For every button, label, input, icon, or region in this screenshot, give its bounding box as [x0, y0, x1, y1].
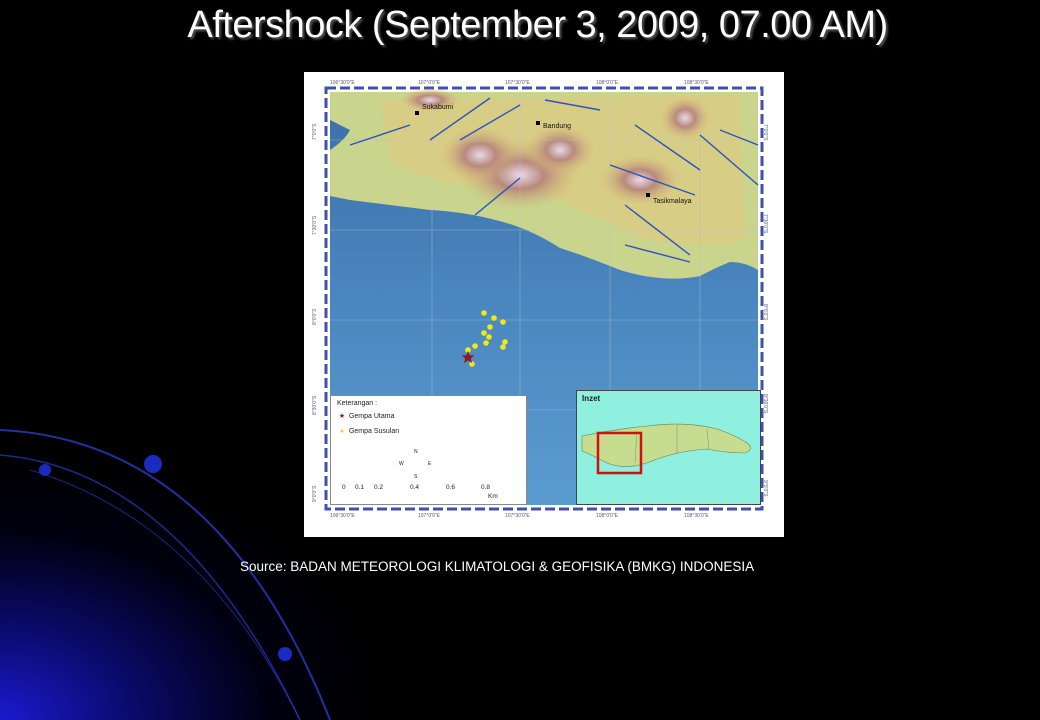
city-marker: Sukabumi	[415, 104, 453, 117]
city-label: Tasikmalaya	[653, 198, 692, 205]
aftershock-point	[469, 361, 475, 367]
lat-tick-right: 8°30'0"S	[762, 394, 768, 414]
lat-tick: 8°30'0"S	[312, 395, 318, 415]
compass-w: W	[399, 461, 404, 467]
aftershock-point	[487, 324, 493, 330]
legend-title: Keterangan :	[337, 400, 378, 407]
lon-tick: 107°30'0"E	[505, 80, 530, 86]
lon-tick-bottom: 107°0'0"E	[418, 513, 440, 519]
compass-e: E	[428, 461, 432, 467]
lon-tick-bottom: 106°30'0"E	[330, 513, 355, 519]
lat-tick-right: 9°0'0"S	[762, 480, 768, 497]
scale-value: 0.8	[481, 484, 491, 491]
aftershock-point	[481, 330, 487, 336]
city-marker: Tasikmalaya	[646, 192, 692, 205]
inset-map: Inzet	[576, 390, 761, 505]
scale-value: 0.1	[355, 484, 365, 491]
scale-value: 0.2	[374, 484, 384, 491]
lon-tick: 107°0'0"E	[418, 80, 440, 86]
inset-java-island	[581, 423, 751, 475]
lat-tick: 9°0'0"S	[312, 485, 318, 502]
aftershock-point	[500, 344, 506, 350]
aftershock-point	[486, 334, 492, 340]
lon-tick-bottom: 108°0'0"E	[596, 513, 618, 519]
legend-item-mainshock: ★ Gempa Utama	[337, 412, 395, 420]
city-marker: Bandung	[536, 120, 572, 130]
lon-tick: 106°30'0"E	[330, 80, 355, 86]
aftershock-point	[502, 339, 508, 345]
earthquake-map	[324, 86, 764, 511]
lon-tick-bottom: 108°30'0"E	[684, 513, 709, 519]
source-caption: Source: BADAN METEOROLOGI KLIMATOLOGI & …	[240, 559, 755, 574]
aftershock-point	[472, 343, 478, 349]
legend-item-aftershock: ● Gempa Susulan	[337, 428, 399, 435]
compass-s: S	[414, 474, 418, 480]
lat-tick-right: 8°0'0"S	[762, 304, 768, 321]
map-legend: Keterangan : ★ Gempa Utama ● Gempa Susul…	[330, 395, 527, 505]
scale-value: 0.6	[446, 484, 456, 491]
scale-unit: Km	[488, 493, 498, 500]
scale-value: 0	[342, 484, 346, 491]
city-label: Sukabumi	[422, 104, 454, 111]
lat-tick-right: 7°30'0"S	[762, 214, 768, 234]
dot-icon: ●	[339, 428, 345, 435]
scale-value: 0.4	[410, 484, 420, 491]
lon-tick: 108°0'0"E	[596, 80, 618, 86]
aftershock-point	[491, 315, 497, 321]
aftershock-point	[500, 319, 506, 325]
lon-tick: 108°30'0"E	[684, 80, 709, 86]
legend-label: Gempa Utama	[348, 413, 395, 420]
lat-tick: 7°30'0"S	[312, 215, 318, 235]
lat-tick-right: 7°0'0"S	[762, 124, 768, 141]
aftershock-point	[481, 310, 487, 316]
compass-n: N	[414, 449, 418, 455]
lat-tick: 8°0'0"S	[312, 308, 318, 325]
star-icon: ★	[338, 413, 346, 420]
city-label: Bandung	[543, 123, 572, 130]
lat-tick: 7°0'0"S	[312, 123, 318, 140]
aftershock-point	[483, 340, 489, 346]
lon-tick-bottom: 107°30'0"E	[505, 513, 530, 519]
legend-label: Gempa Susulan	[348, 428, 400, 435]
